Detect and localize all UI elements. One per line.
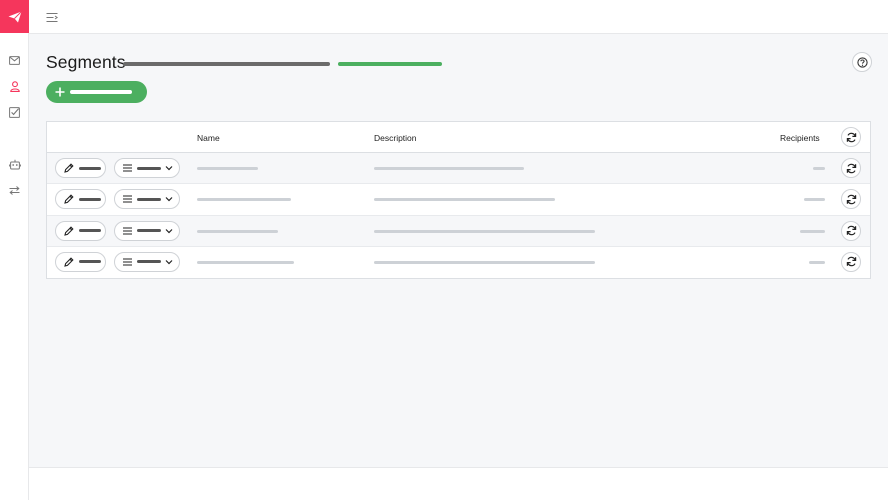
recipients-count-placeholder [800, 229, 825, 233]
paper-plane-icon [8, 10, 22, 22]
pencil-icon [64, 194, 74, 205]
table-row [47, 153, 870, 185]
column-header-recipients[interactable]: Recipients [780, 133, 820, 143]
actions-dropdown[interactable] [114, 251, 180, 272]
refresh-row-button[interactable] [841, 220, 861, 241]
sidebar-item-integrations[interactable] [0, 177, 29, 203]
list-icon [123, 258, 132, 266]
footer [29, 467, 888, 500]
refresh-icon [846, 163, 856, 173]
help-icon [856, 56, 868, 68]
page-title: Segments [46, 52, 126, 72]
refresh-row-button[interactable] [841, 158, 861, 178]
list-icon [123, 195, 132, 203]
checkbox-icon [9, 106, 20, 118]
menu-toggle-button[interactable] [45, 10, 59, 24]
page-status-placeholder [338, 62, 442, 66]
logo[interactable] [0, 0, 29, 33]
segment-name-placeholder [197, 229, 278, 233]
recipients-count-placeholder [813, 167, 825, 170]
add-segment-button[interactable] [46, 81, 147, 103]
sidebar-item-automation[interactable] [0, 151, 29, 177]
sidebar-item-campaigns[interactable] [0, 47, 29, 73]
robot-icon [8, 159, 21, 169]
refresh-row-button[interactable] [841, 189, 861, 210]
actions-dropdown[interactable] [114, 189, 180, 210]
refresh-icon [846, 194, 856, 205]
sidebar [0, 0, 29, 500]
menu-toggle-icon [46, 12, 58, 22]
segment-description-placeholder [374, 260, 595, 264]
sidebar-item-tasks[interactable] [0, 99, 29, 125]
chevron-down-icon [165, 197, 173, 202]
segment-description-placeholder [374, 229, 595, 233]
table-header: Name Description Recipients [47, 122, 870, 153]
edit-button[interactable] [55, 251, 106, 272]
list-icon [123, 164, 132, 172]
column-header-name[interactable]: Name [197, 133, 220, 143]
user-icon [9, 80, 20, 92]
edit-button[interactable] [55, 189, 106, 210]
segments-table: Name Description Recipients [46, 121, 871, 279]
refresh-all-button[interactable] [841, 127, 861, 147]
pencil-icon [64, 163, 74, 173]
pencil-icon [64, 226, 74, 236]
recipients-count-placeholder [804, 198, 825, 202]
column-header-description[interactable]: Description [374, 133, 417, 143]
recipients-count-placeholder [809, 260, 825, 264]
chevron-down-icon [165, 166, 173, 171]
edit-button[interactable] [55, 158, 106, 178]
actions-dropdown[interactable] [114, 220, 180, 241]
refresh-icon [846, 132, 856, 142]
segment-name-placeholder [197, 260, 294, 264]
mail-icon [9, 55, 20, 65]
page-subtitle-placeholder [123, 62, 330, 66]
help-button[interactable] [852, 52, 872, 72]
list-icon [123, 227, 132, 235]
segment-name-placeholder [197, 198, 291, 202]
table-row [47, 215, 870, 247]
segment-description-placeholder [374, 198, 555, 202]
refresh-icon [846, 257, 856, 267]
top-bar [29, 0, 888, 34]
transfer-icon [9, 185, 20, 195]
actions-dropdown[interactable] [114, 158, 180, 178]
plus-icon [55, 87, 65, 97]
edit-button[interactable] [55, 220, 106, 241]
title-row: Segments [46, 51, 872, 73]
chevron-down-icon [165, 228, 173, 233]
pencil-icon [64, 257, 74, 267]
segment-description-placeholder [374, 167, 524, 170]
refresh-icon [846, 225, 856, 236]
refresh-row-button[interactable] [841, 251, 861, 272]
add-segment-label-placeholder [70, 90, 132, 94]
table-row [47, 184, 870, 216]
table-row [47, 247, 870, 278]
sidebar-item-segments[interactable] [0, 73, 29, 99]
chevron-down-icon [165, 259, 173, 265]
segment-name-placeholder [197, 167, 258, 170]
